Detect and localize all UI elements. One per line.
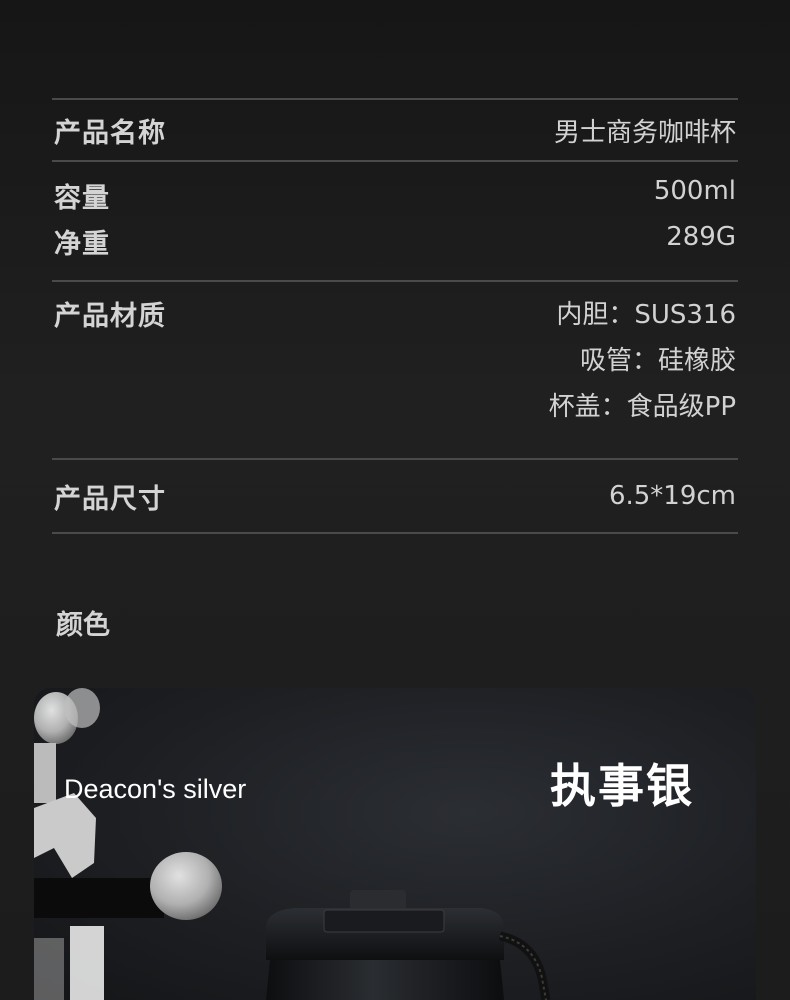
spec-value-size: 6.5*19cm [608,481,736,511]
color-name-en: Deacon's silver [64,774,247,804]
color-card: Deacon's silver 执事银 [34,688,756,1000]
decor-sculpture [34,688,222,1000]
spec-label-capacity: 容量 [54,183,110,214]
spec-label-material: 产品材质 [54,301,166,332]
spec-row-weight: 净重 289G [54,222,736,268]
product-photo [34,688,551,1000]
spec-row-material: 产品材质 内胆：SUS316 吸管：硅橡胶 杯盖：食品级PP [52,282,738,448]
spec-label-name: 产品名称 [54,117,166,149]
material-straw: 吸管：硅橡胶 [579,346,736,376]
cup-illustration [266,890,551,1000]
spec-label-weight: 净重 [54,229,110,260]
spec-value-weight: 289G [666,222,736,252]
spec-label-size: 产品尺寸 [54,483,166,515]
color-name-cn: 执事银 [550,759,694,813]
color-section-title: 颜色 [56,610,110,641]
spec-row-capacity: 容量 500ml [54,176,736,222]
spec-row-size: 产品尺寸 6.5*19cm [52,460,738,532]
spec-group-capacity-weight: 容量 500ml 净重 289G [52,162,738,266]
spec-values-material: 内胆：SUS316 吸管：硅橡胶 杯盖：食品级PP [549,294,736,432]
spec-value-name: 男士商务咖啡杯 [553,117,736,148]
material-lid: 杯盖：食品级PP [548,392,736,422]
spec-table: 产品名称 男士商务咖啡杯 容量 500ml 净重 289G 产品材质 内胆：SU… [52,98,738,534]
material-liner: 内胆：SUS316 [556,300,736,330]
divider [52,532,738,534]
spec-row-name: 产品名称 男士商务咖啡杯 [52,100,738,160]
spec-value-capacity: 500ml [653,176,736,206]
